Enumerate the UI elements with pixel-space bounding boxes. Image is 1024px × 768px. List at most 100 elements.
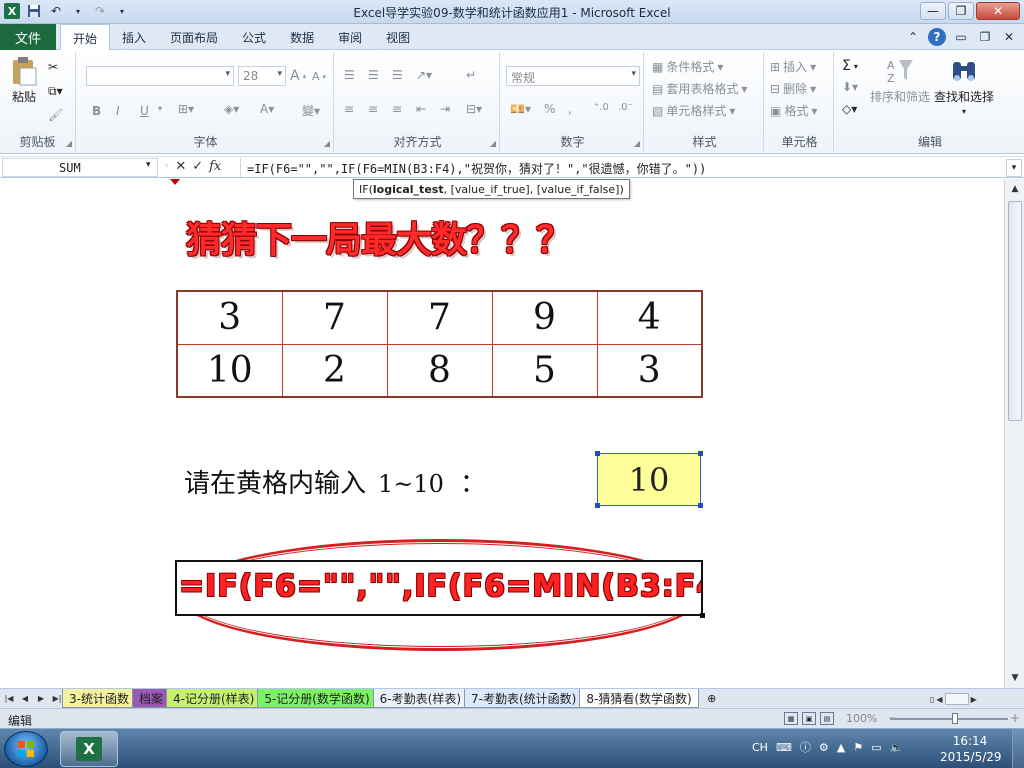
italic-button[interactable]: I xyxy=(116,104,120,118)
alignment-launcher-icon[interactable]: ◢ xyxy=(490,139,496,148)
sheet-tab[interactable]: 6-考勤表(样表) xyxy=(372,689,469,708)
minimize-ribbon-icon[interactable]: ⌃ xyxy=(904,28,922,46)
show-hidden-icons-icon[interactable]: ▲ xyxy=(837,741,845,754)
result-cell[interactable]: =IF(F6="","",IF(F6=MIN(B3:F4), xyxy=(175,560,703,616)
answer-input-cell[interactable]: 10 xyxy=(597,453,701,506)
taskbar-clock[interactable]: 16:14 2015/5/29 xyxy=(940,733,1002,765)
selection-handle[interactable] xyxy=(698,451,703,456)
paste-button[interactable]: 粘贴 xyxy=(8,56,40,105)
normal-view-icon[interactable]: ▦ xyxy=(784,712,798,725)
scroll-up-icon[interactable]: ▲ xyxy=(1007,181,1023,197)
sheet-tab[interactable]: 7-考勤表(统计函数) xyxy=(464,689,584,708)
borders-icon[interactable]: ⊞▾ xyxy=(178,102,194,116)
decrease-decimal-icon[interactable]: .0⁻ xyxy=(618,102,633,113)
format-cells-button[interactable]: ▣ 格式 ▾ xyxy=(770,102,817,119)
grid-cell[interactable]: 7 xyxy=(281,290,388,345)
help-tray-icon[interactable]: ⓘ xyxy=(800,739,811,755)
horizontal-scrollbar[interactable]: ▯ ◀ ▶ xyxy=(930,691,1022,707)
align-left-icon[interactable]: ≡ xyxy=(344,102,354,116)
clipboard-launcher-icon[interactable]: ◢ xyxy=(66,139,72,148)
align-bottom-icon[interactable]: ☰ xyxy=(392,68,403,82)
tab-file[interactable]: 文件 xyxy=(0,24,56,50)
page-layout-view-icon[interactable]: ▣ xyxy=(802,712,816,725)
formula-input[interactable]: =IF(F6="","",IF(F6=MIN(B3:F4),"祝贺你，猜对了！"… xyxy=(240,158,1006,177)
number-format-select[interactable]: 常规 xyxy=(506,66,640,86)
ime-options-icon[interactable]: ⚙ xyxy=(819,741,829,754)
format-as-table-button[interactable]: ▤ 套用表格格式 ▾ xyxy=(652,80,747,97)
cut-icon[interactable]: ✂ xyxy=(48,60,58,74)
conditional-formatting-button[interactable]: ▦ 条件格式 ▾ xyxy=(652,58,723,75)
font-color-icon[interactable]: A▾ xyxy=(260,102,274,116)
insert-cells-button[interactable]: ⊞ 插入 ▾ xyxy=(770,58,816,75)
vertical-scroll-thumb[interactable] xyxy=(1008,201,1022,421)
underline-dropdown-icon[interactable]: ▾ xyxy=(158,104,162,113)
selection-handle[interactable] xyxy=(698,503,703,508)
currency-icon[interactable]: 💴▾ xyxy=(510,102,531,116)
close-button[interactable]: ✕ xyxy=(976,2,1020,20)
restore-button[interactable]: ❐ xyxy=(948,2,974,20)
sheet-tab[interactable]: 5-记分册(数学函数) xyxy=(257,689,377,708)
prev-sheet-icon[interactable]: ◀ xyxy=(18,691,32,705)
sort-filter-button[interactable]: AZ 排序和筛选 xyxy=(870,56,930,105)
workbook-minimize-icon[interactable]: ▭ xyxy=(952,28,970,46)
expand-formula-bar-icon[interactable]: ▾ xyxy=(1006,159,1022,177)
comma-button[interactable]: , xyxy=(568,102,572,116)
delete-cells-button[interactable]: ⊟ 删除 ▾ xyxy=(770,80,816,97)
formula-bar-resize-icon[interactable]: ◦ xyxy=(164,162,169,172)
wrap-text-icon[interactable]: ↵ xyxy=(466,68,476,82)
fill-icon[interactable]: ⬇▾ xyxy=(842,80,858,94)
orientation-icon[interactable]: ↗▾ xyxy=(416,68,432,82)
help-icon[interactable]: ? xyxy=(928,28,946,46)
fill-color-icon[interactable]: ◈▾ xyxy=(224,102,239,116)
grid-cell[interactable]: 5 xyxy=(491,343,598,398)
clear-icon[interactable]: ◇▾ xyxy=(842,102,857,116)
selection-handle[interactable] xyxy=(595,503,600,508)
format-painter-icon[interactable]: 🖌 xyxy=(48,108,63,122)
align-top-icon[interactable]: ☰ xyxy=(344,68,355,82)
number-launcher-icon[interactable]: ◢ xyxy=(634,139,640,148)
zoom-slider-knob[interactable] xyxy=(952,713,958,724)
underline-button[interactable]: U xyxy=(140,104,149,118)
minimize-button[interactable]: — xyxy=(920,2,946,20)
sheet-tab[interactable]: 4-记分册(样表) xyxy=(165,689,262,708)
increase-decimal-icon[interactable]: ⁺.0 xyxy=(594,102,609,113)
workbook-close-icon[interactable]: ✕ xyxy=(1000,28,1018,46)
grid-cell[interactable]: 3 xyxy=(596,343,703,398)
tab-home[interactable]: 开始 xyxy=(60,24,111,51)
first-sheet-icon[interactable]: |◀ xyxy=(2,691,16,705)
enter-icon[interactable]: ✓ xyxy=(192,159,203,174)
zoom-slider[interactable] xyxy=(890,718,1008,720)
sheet-tab[interactable]: 档案 xyxy=(131,689,170,708)
function-argument-tooltip[interactable]: IF(logical_test, [value_if_true], [value… xyxy=(353,179,630,199)
start-button[interactable] xyxy=(4,731,48,767)
sheet-tab-active[interactable]: 8-猜猜看(数学函数) xyxy=(579,689,699,708)
grid-cell[interactable]: 10 xyxy=(176,343,283,398)
show-desktop-button[interactable] xyxy=(1012,729,1024,768)
font-size-select[interactable]: 28 xyxy=(238,66,286,86)
font-name-select[interactable] xyxy=(86,66,234,86)
increase-indent-icon[interactable]: ⇥ xyxy=(440,102,450,116)
cancel-icon[interactable]: ✕ xyxy=(175,159,186,174)
tab-review[interactable]: 审阅 xyxy=(326,24,374,50)
grow-font-icon[interactable]: A ▴ xyxy=(290,68,306,84)
tab-formulas[interactable]: 公式 xyxy=(230,24,278,50)
worksheet[interactable]: 猜猜下一局最大数？？？ 3 7 7 9 4 10 2 8 5 3 请在黄格内输入… xyxy=(0,179,1004,688)
copy-icon[interactable]: ⧉▾ xyxy=(48,84,63,99)
action-center-icon[interactable]: ⚑ xyxy=(853,741,863,754)
selection-handle[interactable] xyxy=(595,451,600,456)
workbook-restore-icon[interactable]: ❐ xyxy=(976,28,994,46)
tab-split-icon[interactable]: ▯ xyxy=(930,695,934,704)
horizontal-scroll-thumb[interactable] xyxy=(944,693,969,705)
autosum-button[interactable]: Σ ▾ xyxy=(842,58,858,74)
cell-styles-button[interactable]: ▧ 单元格样式 ▾ xyxy=(652,102,735,119)
zoom-in-icon[interactable]: + xyxy=(1010,711,1020,725)
selection-handle[interactable] xyxy=(700,613,705,618)
ime-indicator[interactable]: CH xyxy=(752,741,768,754)
next-sheet-icon[interactable]: ▶ xyxy=(34,691,48,705)
name-box[interactable]: SUM xyxy=(2,158,158,177)
grid-cell[interactable]: 9 xyxy=(491,290,598,345)
insert-sheet-icon[interactable]: ⊕ xyxy=(701,689,723,708)
font-launcher-icon[interactable]: ◢ xyxy=(324,139,330,148)
network-icon[interactable]: ▭ xyxy=(871,741,881,754)
volume-icon[interactable]: 🔈 xyxy=(889,741,903,754)
